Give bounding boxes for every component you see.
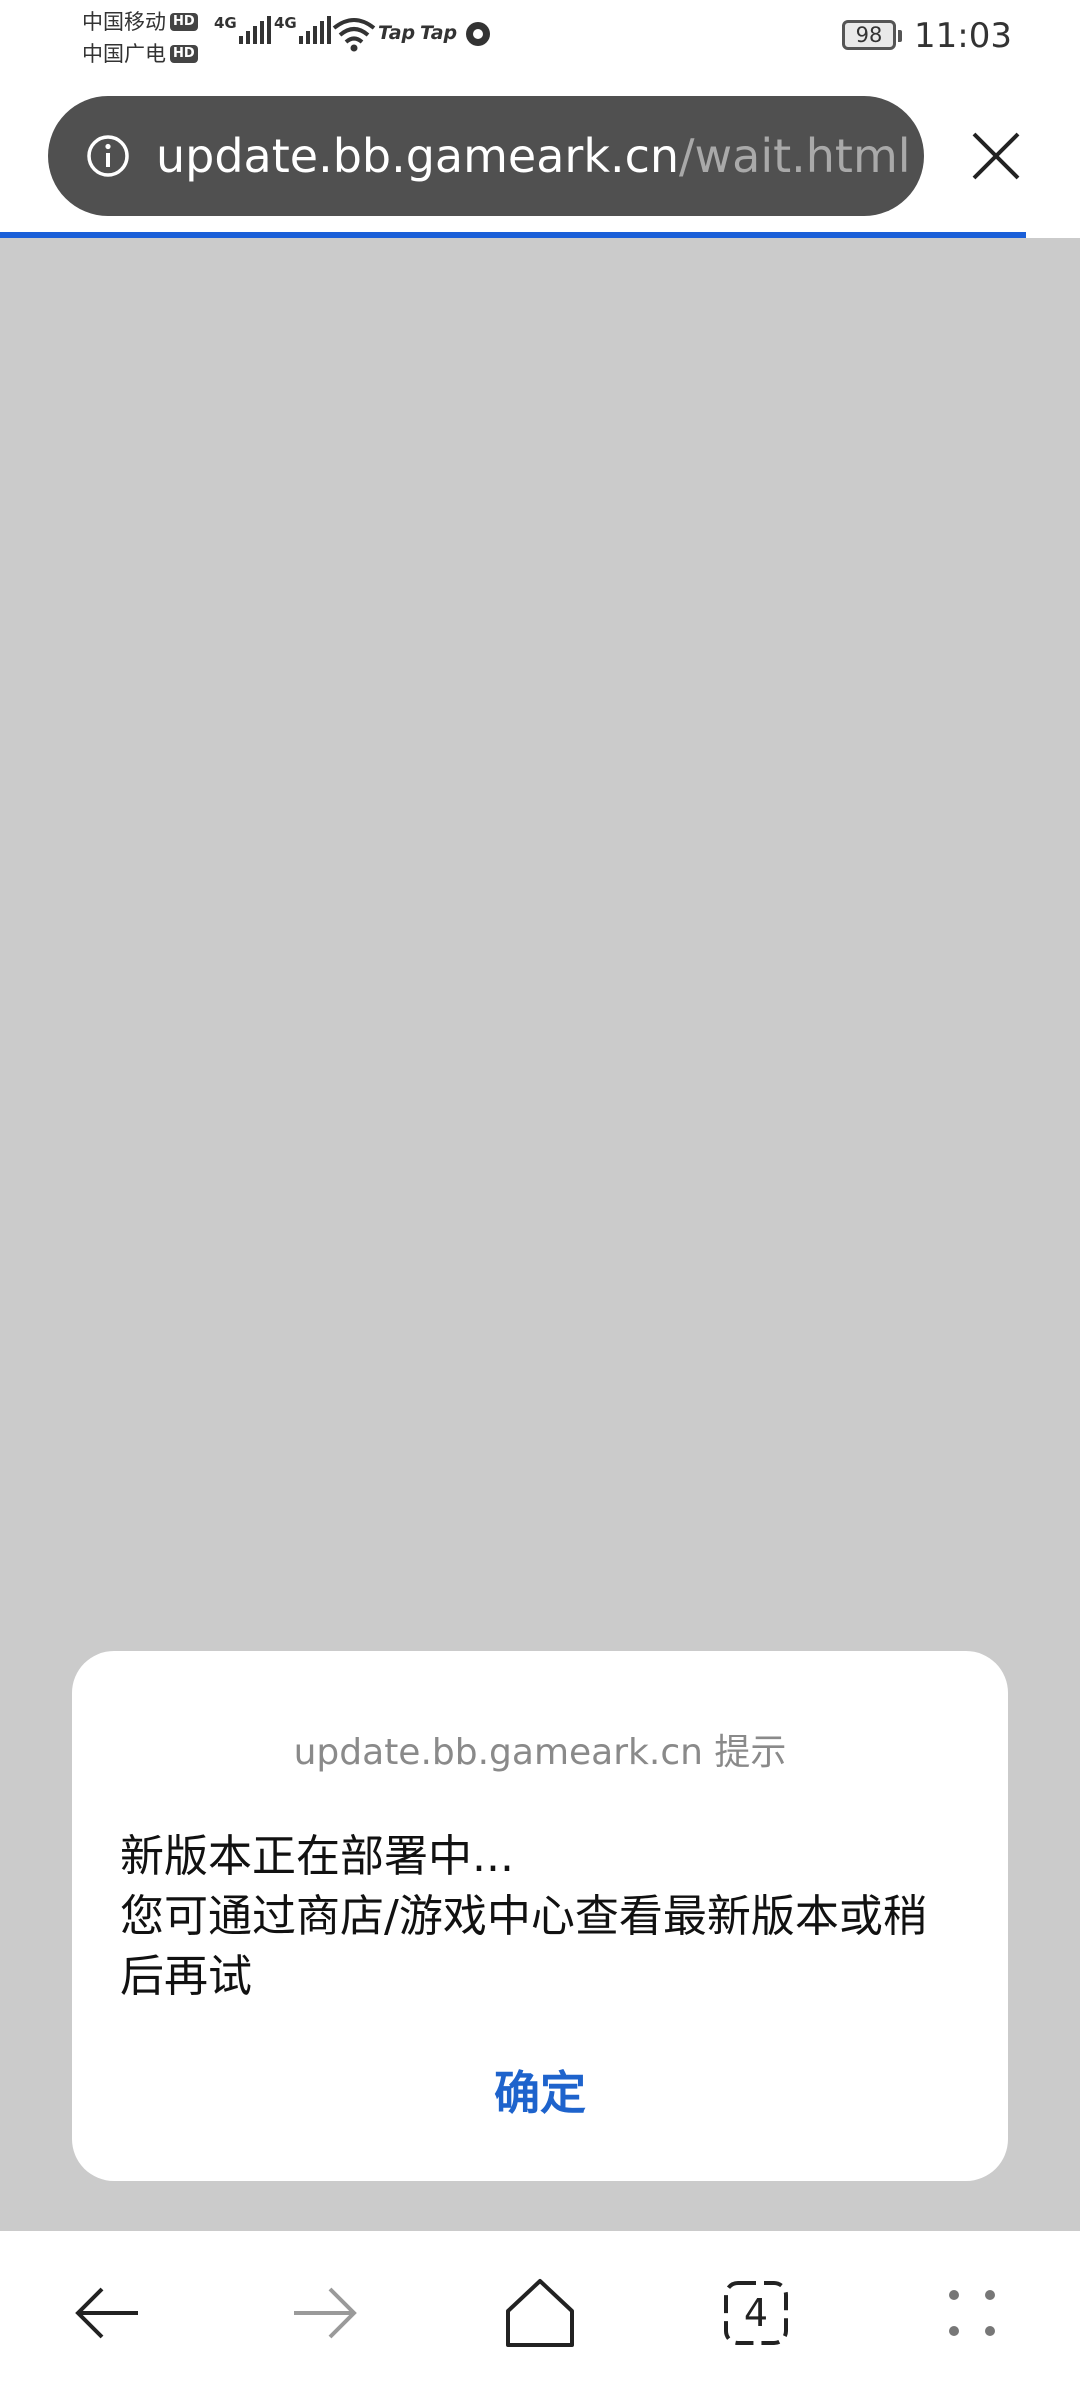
notification-dot-icon: [466, 22, 490, 46]
bottom-nav-bar: 4: [0, 2231, 1080, 2400]
signal-2-icon: 4G: [274, 14, 331, 44]
net-type-1: 4G: [214, 14, 237, 32]
carrier-info: 中国移动 HD 中国广电 HD: [82, 6, 198, 70]
signal-1-icon: 4G: [214, 14, 271, 44]
battery-indicator: 98: [842, 20, 902, 50]
tabs-button[interactable]: 4: [714, 2271, 798, 2355]
info-icon[interactable]: [86, 134, 130, 178]
clock: 11:03: [914, 16, 1012, 56]
carrier-1-label: 中国移动: [82, 10, 166, 34]
home-icon[interactable]: [498, 2271, 582, 2355]
hd-badge-2: HD: [170, 45, 198, 63]
more-menu-icon[interactable]: [930, 2271, 1014, 2355]
url-host: update.bb.gameark.cn: [156, 129, 680, 183]
alert-dialog: update.bb.gameark.cn 提示 新版本正在部署中... 您可通过…: [72, 1651, 1008, 2181]
address-bar[interactable]: update.bb.gameark.cn/wait.html: [48, 96, 924, 216]
net-type-2: 4G: [274, 14, 297, 32]
hd-badge-1: HD: [170, 13, 198, 31]
taptap-2-icon: Tap: [420, 22, 458, 44]
dialog-title: update.bb.gameark.cn 提示: [293, 1732, 787, 1773]
dialog-message: 新版本正在部署中... 您可通过商店/游戏中心查看最新版本或稍后再试: [120, 1827, 970, 2007]
forward-arrow-icon[interactable]: [282, 2271, 366, 2355]
confirm-button[interactable]: 确定: [72, 2053, 1008, 2133]
close-icon[interactable]: [966, 126, 1026, 186]
status-bar: 中国移动 HD 中国广电 HD 4G 4G Tap Tap 98 11:03: [0, 0, 1080, 75]
back-arrow-icon[interactable]: [66, 2271, 150, 2355]
url-path: /wait.html: [679, 129, 911, 183]
tab-count: 4: [743, 2291, 769, 2335]
taptap-1-icon: Tap: [378, 22, 416, 44]
dialog-message-line-1: 新版本正在部署中...: [120, 1831, 514, 1882]
url-text[interactable]: update.bb.gameark.cn/wait.html: [156, 126, 911, 186]
dialog-message-line-2: 您可通过商店/游戏中心查看最新版本或稍后再试: [120, 1891, 927, 2002]
wifi-icon: [332, 18, 376, 52]
carrier-2-label: 中国广电: [82, 42, 166, 66]
